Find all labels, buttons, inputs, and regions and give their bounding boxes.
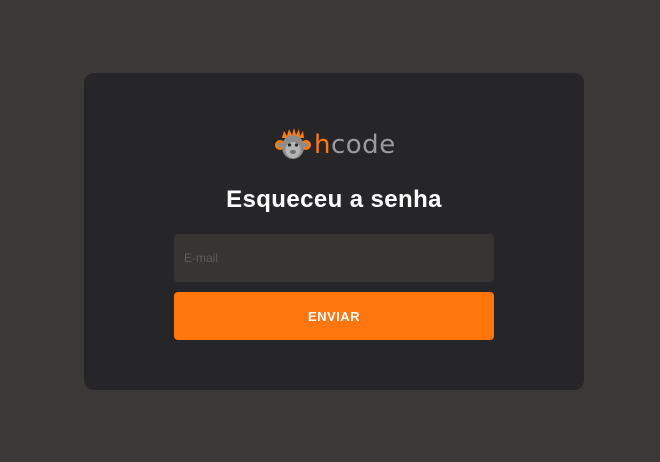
page-title: Esqueceu a senha xyxy=(226,186,442,213)
monkey-mascot-icon xyxy=(275,128,311,159)
brand-logo: h code xyxy=(274,128,396,162)
forgot-password-card: hcode Esqueceu a senha ENVIAR xyxy=(84,73,584,390)
brand-name-accent: h xyxy=(314,130,331,160)
brand-name: code xyxy=(330,130,396,160)
submit-button[interactable]: ENVIAR xyxy=(174,292,494,340)
email-field[interactable] xyxy=(174,234,494,282)
